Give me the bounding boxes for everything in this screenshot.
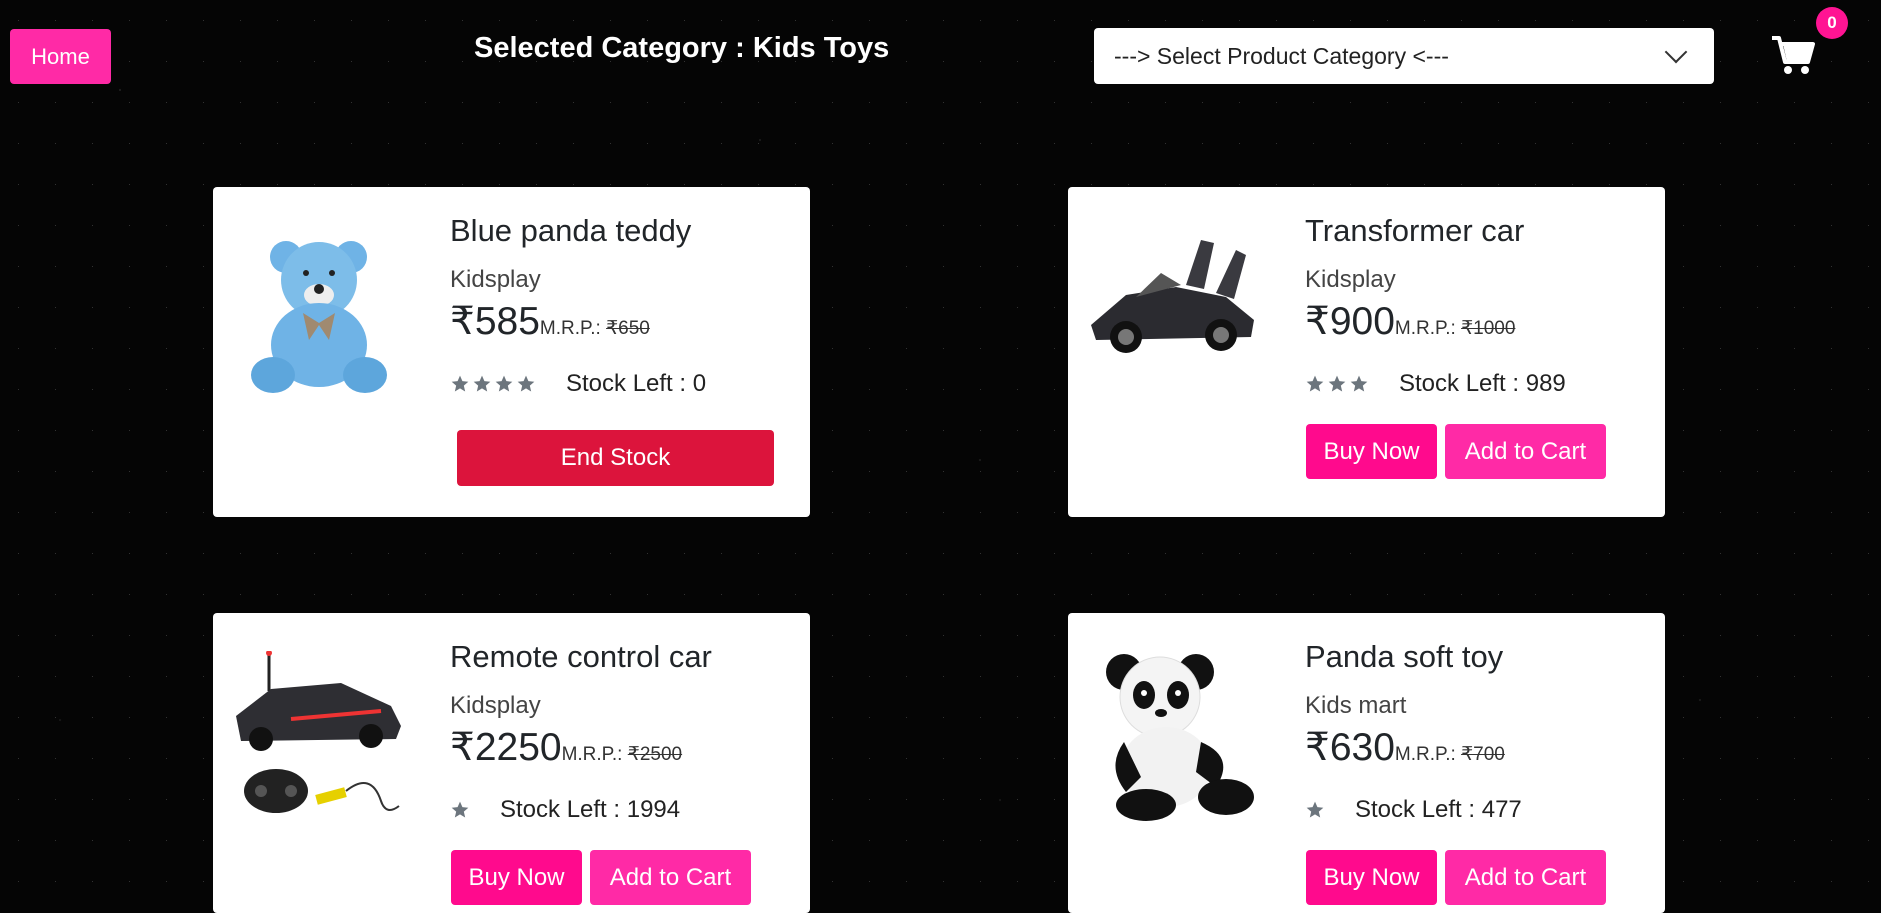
product-name[interactable]: Blue panda teddy bbox=[450, 213, 691, 249]
product-brand: Kids mart bbox=[1305, 692, 1407, 719]
product-price: ₹900M.R.P.: ₹1000 bbox=[1305, 299, 1515, 344]
cart-icon[interactable] bbox=[1770, 32, 1815, 77]
mrp-value: ₹2500 bbox=[627, 744, 683, 765]
product-brand: Kidsplay bbox=[450, 692, 541, 719]
price-value: ₹630 bbox=[1305, 726, 1395, 769]
product-card: Transformer car Kidsplay ₹900M.R.P.: ₹10… bbox=[1068, 187, 1665, 517]
star-rating bbox=[1305, 374, 1369, 394]
teddy-bear-image[interactable] bbox=[231, 225, 406, 400]
star-icon bbox=[451, 375, 469, 392]
end-stock-button[interactable]: End Stock bbox=[457, 430, 774, 486]
star-icon bbox=[1306, 801, 1324, 818]
star-rating bbox=[450, 800, 470, 820]
stock-left: Stock Left : 477 bbox=[1355, 796, 1522, 823]
sports-car-image[interactable] bbox=[1086, 225, 1261, 400]
rating-row: Stock Left : 0 bbox=[450, 370, 706, 398]
mrp-label: M.R.P.: bbox=[1394, 318, 1462, 339]
mrp-label: M.R.P.: bbox=[561, 744, 628, 765]
mrp-value: ₹700 bbox=[1461, 744, 1505, 765]
buy-now-button[interactable]: Buy Now bbox=[1306, 424, 1437, 479]
mrp-label: M.R.P.: bbox=[539, 318, 607, 339]
star-icon bbox=[517, 375, 535, 392]
product-name[interactable]: Transformer car bbox=[1305, 213, 1524, 249]
cart-count-badge: 0 bbox=[1816, 7, 1848, 39]
product-card: Remote control car Kidsplay ₹2250M.R.P.:… bbox=[213, 613, 810, 913]
add-to-cart-button[interactable]: Add to Cart bbox=[1445, 424, 1606, 479]
product-name[interactable]: Remote control car bbox=[450, 639, 712, 675]
product-price: ₹585M.R.P.: ₹650 bbox=[450, 299, 650, 344]
product-card: Panda soft toy Kids mart ₹630M.R.P.: ₹70… bbox=[1068, 613, 1665, 913]
mrp-label: M.R.P.: bbox=[1394, 744, 1462, 765]
category-select-label: ---> Select Product Category <--- bbox=[1114, 42, 1449, 69]
product-price: ₹2250M.R.P.: ₹2500 bbox=[450, 725, 682, 770]
product-brand: Kidsplay bbox=[1305, 266, 1396, 293]
mrp-value: ₹1000 bbox=[1461, 318, 1516, 339]
price-value: ₹2250 bbox=[450, 726, 562, 769]
product-name[interactable]: Panda soft toy bbox=[1305, 639, 1503, 675]
star-icon bbox=[451, 801, 469, 818]
chevron-down-icon bbox=[1664, 40, 1688, 64]
category-select[interactable]: ---> Select Product Category <--- bbox=[1094, 28, 1714, 84]
product-card: Blue panda teddy Kidsplay ₹585M.R.P.: ₹6… bbox=[213, 187, 810, 517]
stock-left: Stock Left : 0 bbox=[566, 370, 707, 397]
stock-left: Stock Left : 1994 bbox=[500, 796, 681, 823]
mrp-value: ₹650 bbox=[606, 318, 650, 339]
rating-row: Stock Left : 1994 bbox=[450, 796, 680, 824]
buy-now-button[interactable]: Buy Now bbox=[451, 850, 582, 905]
buy-now-button[interactable]: Buy Now bbox=[1306, 850, 1437, 905]
star-icon bbox=[1306, 375, 1324, 392]
star-rating bbox=[1305, 800, 1325, 820]
add-to-cart-button[interactable]: Add to Cart bbox=[590, 850, 751, 905]
add-to-cart-button[interactable]: Add to Cart bbox=[1445, 850, 1606, 905]
star-icon bbox=[495, 375, 513, 392]
rc-car-image[interactable] bbox=[231, 651, 406, 826]
rating-row: Stock Left : 477 bbox=[1305, 796, 1522, 824]
star-rating bbox=[450, 374, 536, 394]
panda-toy-image[interactable] bbox=[1086, 647, 1261, 822]
stock-left: Stock Left : 989 bbox=[1399, 370, 1566, 397]
star-icon bbox=[473, 375, 491, 392]
price-value: ₹585 bbox=[450, 300, 540, 343]
star-icon bbox=[1328, 375, 1346, 392]
product-price: ₹630M.R.P.: ₹700 bbox=[1305, 725, 1505, 770]
star-icon bbox=[1350, 375, 1368, 392]
page-title: Selected Category : Kids Toys bbox=[474, 32, 890, 64]
rating-row: Stock Left : 989 bbox=[1305, 370, 1566, 398]
product-brand: Kidsplay bbox=[450, 266, 541, 293]
price-value: ₹900 bbox=[1305, 300, 1395, 343]
home-button[interactable]: Home bbox=[10, 29, 111, 84]
